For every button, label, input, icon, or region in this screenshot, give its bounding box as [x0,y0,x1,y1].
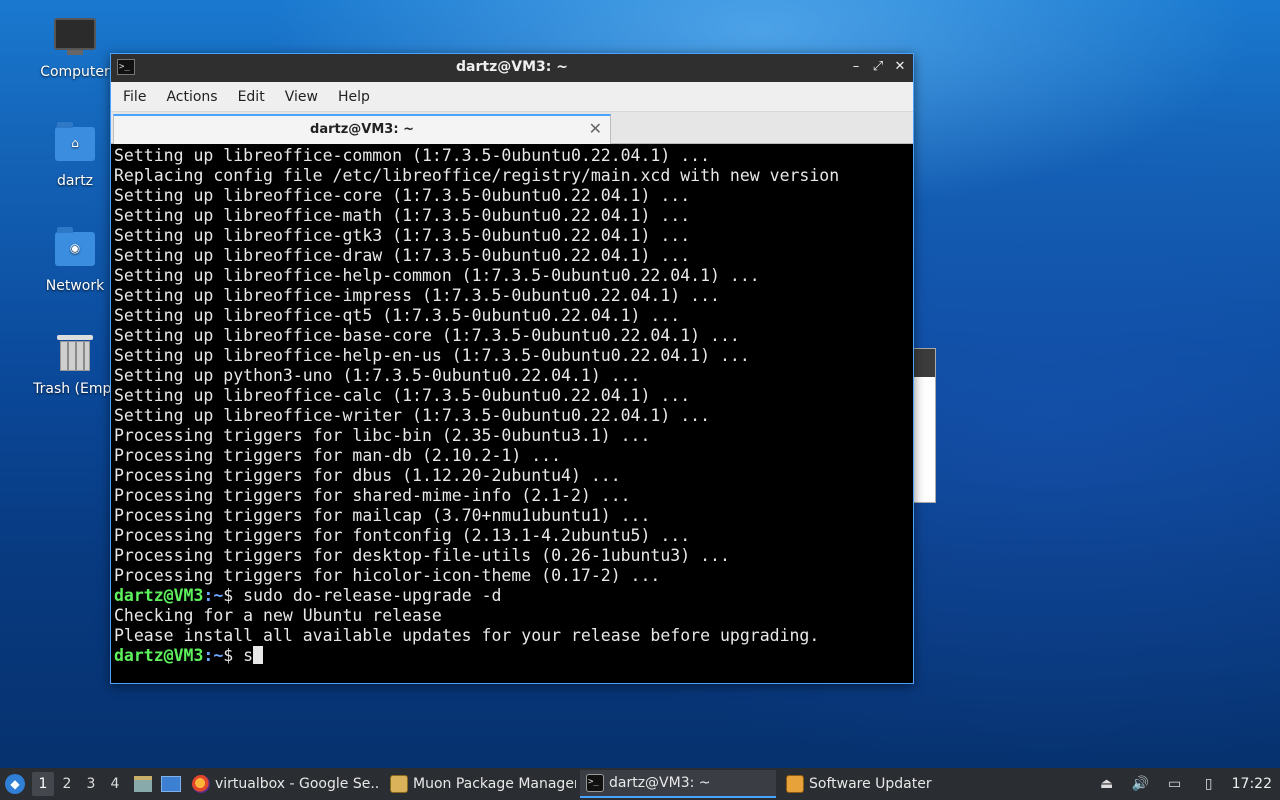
terminal-line: Processing triggers for mailcap (3.70+nm… [114,506,651,525]
window-title: dartz@VM3: ~ [456,59,568,75]
terminal-input-line[interactable]: dartz@VM3:~$ s [114,646,910,666]
terminal-line: Setting up libreoffice-impress (1:7.3.5-… [114,286,720,305]
home-folder-icon: ⌂ [53,122,97,167]
terminal-line: Setting up libreoffice-writer (1:7.3.5-0… [114,406,711,425]
task-label: Muon Package Manager [413,776,576,792]
workspace-2[interactable]: 2 [56,772,78,796]
background-window-titlebar [913,349,935,377]
prompt-path: :~ [203,586,224,605]
terminal-line: Processing triggers for libc-bin (2.35-0… [114,426,651,445]
maximize-button[interactable]: ⤢ [871,58,885,76]
show-desktop-icon [161,776,181,792]
firefox-icon [192,775,210,793]
terminal-line: Processing triggers for dbus (1.12.20-2u… [114,466,621,485]
terminal-line: Setting up libreoffice-base-core (1:7.3.… [114,326,740,345]
terminal-icon: >_ [586,774,604,792]
start-menu-button[interactable]: ◆ [0,768,30,800]
terminal-line: Setting up libreoffice-math (1:7.3.5-0ub… [114,206,691,225]
close-button[interactable]: ✕ [893,58,907,76]
keyboard-layout-icon[interactable]: ⏏ [1096,774,1118,794]
prompt-symbol: $ [223,646,244,665]
clipboard-icon[interactable]: ▯ [1198,774,1220,794]
terminal-line: Please install all available updates for… [114,626,820,645]
terminal-line: Setting up libreoffice-common (1:7.3.5-0… [114,146,711,165]
workspace-3[interactable]: 3 [80,772,102,796]
menubar: File Actions Edit View Help [111,82,913,112]
file-manager-icon [134,776,152,792]
lubuntu-logo-icon: ◆ [5,774,25,794]
computer-icon [53,18,97,58]
network-folder-icon: ◉ [53,227,97,272]
show-desktop-button[interactable] [160,773,182,795]
terminal-output[interactable]: Setting up libreoffice-common (1:7.3.5-0… [114,146,910,680]
terminal-line: Setting up libreoffice-draw (1:7.3.5-0ub… [114,246,691,265]
file-manager-launcher[interactable] [132,773,154,795]
task-firefox[interactable]: virtualbox - Google Se... [186,770,380,798]
prompt-symbol: $ [223,586,244,605]
background-window[interactable] [912,348,936,503]
terminal-line: Setting up libreoffice-help-en-us (1:7.3… [114,346,750,365]
text-cursor [253,646,264,664]
prompt-user: dartz@VM3 [114,646,204,665]
menu-help[interactable]: Help [332,89,376,105]
software-updater-icon [786,775,804,793]
menu-view[interactable]: View [279,89,324,105]
terminal-line: Processing triggers for fontconfig (2.13… [114,526,691,545]
menu-actions[interactable]: Actions [160,89,223,105]
trash-icon [53,335,97,375]
terminal-line: Processing triggers for desktop-file-uti… [114,546,730,565]
task-label: Software Updater [809,776,932,792]
workspace-1[interactable]: 1 [32,772,54,796]
tab-close-icon[interactable]: ✕ [589,119,602,138]
task-muon[interactable]: Muon Package Manager [384,770,576,798]
task-terminal[interactable]: >_ dartz@VM3: ~ [580,770,776,798]
terminal-line: Processing triggers for man-db (2.10.2-1… [114,446,562,465]
terminal-current-input[interactable]: s [243,646,253,665]
terminal-line: Replacing config file /etc/libreoffice/r… [114,166,840,185]
menu-file[interactable]: File [117,89,152,105]
task-label: virtualbox - Google Se... [215,776,380,792]
menu-edit[interactable]: Edit [232,89,271,105]
workspace-4[interactable]: 4 [104,772,126,796]
terminal-line: Processing triggers for hicolor-icon-the… [114,566,661,585]
terminal-line: Setting up python3-uno (1:7.3.5-0ubuntu0… [114,366,641,385]
minimize-button[interactable]: – [849,58,863,76]
terminal-command: sudo do-release-upgrade -d [243,586,502,605]
system-tray: ⏏ 🔊 ▭ ▯ 17:22 [1096,768,1280,800]
tab-label: dartz@VM3: ~ [310,122,414,137]
tab-bar: dartz@VM3: ~ ✕ [111,112,913,144]
terminal-line: Setting up libreoffice-help-common (1:7.… [114,266,760,285]
prompt-path: :~ [203,646,224,665]
terminal-line: Setting up libreoffice-gtk3 (1:7.3.5-0ub… [114,226,691,245]
volume-icon[interactable]: 🔊 [1130,774,1152,794]
terminal-line: Setting up libreoffice-qt5 (1:7.3.5-0ubu… [114,306,681,325]
window-titlebar[interactable]: >_ dartz@VM3: ~ – ⤢ ✕ [111,54,913,82]
terminal-window[interactable]: >_ dartz@VM3: ~ – ⤢ ✕ File Actions Edit … [110,53,914,684]
task-software-updater[interactable]: Software Updater [780,770,970,798]
tab-terminal[interactable]: dartz@VM3: ~ ✕ [113,114,611,144]
terminal-line: Setting up libreoffice-core (1:7.3.5-0ub… [114,186,691,205]
terminal-line: Checking for a new Ubuntu release [114,606,442,625]
taskbar: ◆ 1 2 3 4 virtualbox - Google Se... Muon… [0,768,1280,800]
prompt-user: dartz@VM3 [114,586,204,605]
package-manager-icon [390,775,408,793]
terminal-line: Processing triggers for shared-mime-info… [114,486,631,505]
network-icon[interactable]: ▭ [1164,774,1186,794]
terminal-line: Setting up libreoffice-calc (1:7.3.5-0ub… [114,386,691,405]
clock[interactable]: 17:22 [1232,776,1272,792]
terminal-command-line: dartz@VM3:~$ sudo do-release-upgrade -d [114,586,910,606]
task-label: dartz@VM3: ~ [609,775,711,791]
